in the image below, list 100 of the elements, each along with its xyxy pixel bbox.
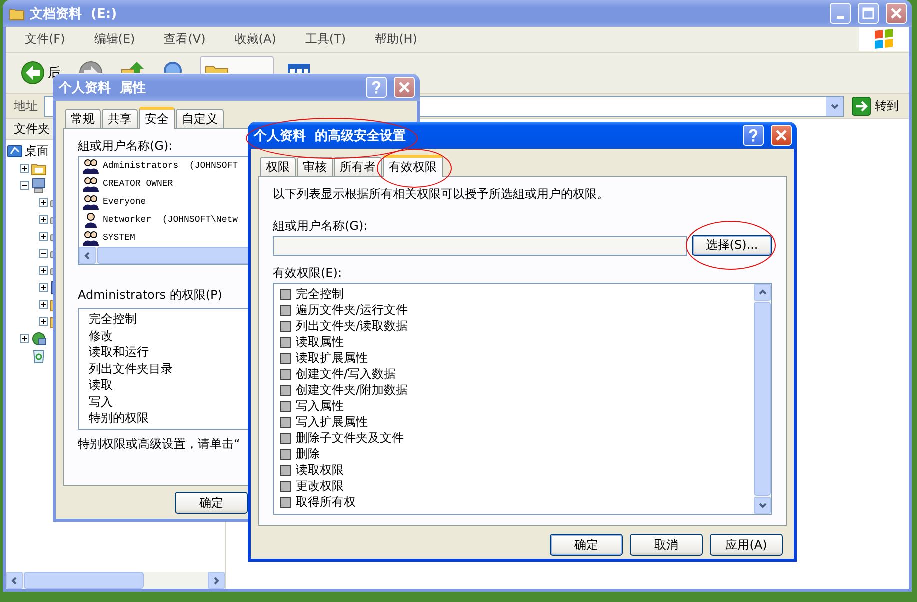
- list-item[interactable]: Networker (JOHNSOFT\Netw: [103, 215, 238, 225]
- chevron-down-icon: [758, 501, 767, 510]
- vertical-scrollbar[interactable]: [754, 284, 771, 514]
- list-item[interactable]: CREATOR OWNER: [103, 179, 174, 189]
- scroll-thumb[interactable]: [754, 302, 771, 496]
- close-button[interactable]: [771, 125, 792, 146]
- menu-item[interactable]: 帮助(H): [368, 31, 424, 48]
- help-button[interactable]: [743, 125, 764, 146]
- dialog-button[interactable]: 确定: [175, 492, 248, 514]
- expand-toggle[interactable]: [39, 198, 48, 207]
- list-item[interactable]: Everyone: [103, 197, 146, 207]
- scroll-down-button[interactable]: [754, 497, 771, 514]
- checkbox-label: 创建文件夹/附加数据: [296, 382, 408, 398]
- name-input-field[interactable]: [273, 236, 687, 256]
- scroll-left-button[interactable]: [79, 247, 96, 264]
- chevron-right-icon: [212, 576, 221, 585]
- menu-item[interactable]: 编辑(E): [87, 31, 142, 48]
- expand-toggle[interactable]: [39, 266, 48, 275]
- expand-toggle[interactable]: [39, 283, 48, 292]
- user-group-icon: [83, 176, 99, 192]
- expand-toggle[interactable]: [39, 317, 48, 326]
- scroll-up-button[interactable]: [754, 284, 771, 301]
- dialog-button[interactable]: 取消: [630, 534, 703, 556]
- checkbox-label: 写入属性: [296, 398, 344, 414]
- tab[interactable]: 所有者: [334, 157, 382, 176]
- checkbox[interactable]: [280, 320, 291, 332]
- tab[interactable]: 审核: [297, 157, 333, 176]
- expand-toggle[interactable]: [39, 215, 48, 224]
- dialog-button[interactable]: 应用(A): [710, 534, 783, 556]
- window-title: 个人资料 属性: [59, 80, 146, 96]
- expand-toggle[interactable]: [20, 334, 29, 343]
- expand-toggle[interactable]: [39, 232, 48, 241]
- checkbox-label: 创建文件/写入数据: [296, 366, 396, 382]
- tab[interactable]: 自定义: [176, 109, 224, 128]
- field-label: Administrators 的权限(P): [78, 288, 222, 302]
- tab[interactable]: 共享: [102, 109, 138, 128]
- list-item[interactable]: SYSTEM: [103, 233, 136, 243]
- checkbox-label: 完全控制: [296, 286, 344, 302]
- checkbox[interactable]: [280, 400, 291, 412]
- list-item: 写入: [89, 394, 113, 410]
- network-icon[interactable]: [31, 330, 47, 346]
- dialog-button[interactable]: 确定: [550, 534, 623, 556]
- scroll-right-button[interactable]: [208, 572, 225, 589]
- checkbox[interactable]: [280, 416, 291, 428]
- close-button[interactable]: [394, 77, 415, 98]
- desktop-icon[interactable]: [7, 144, 23, 160]
- field-label: 組或用户名称(G):: [273, 219, 368, 233]
- list-item: 读取和运行: [89, 344, 149, 360]
- expand-toggle[interactable]: [39, 300, 48, 309]
- checkbox-label: 更改权限: [296, 478, 344, 494]
- expand-toggle[interactable]: [20, 164, 29, 173]
- field-label: 組或用户名称(G):: [78, 139, 173, 153]
- checkbox[interactable]: [280, 368, 291, 380]
- tab[interactable]: 有效权限: [383, 155, 443, 177]
- description-text: 以下列表显示根据所有相关权限可以授予所选組或用户的权限。: [273, 187, 609, 201]
- window-title: 文档资料 (E:): [30, 6, 118, 22]
- scroll-thumb[interactable]: [24, 572, 144, 589]
- checkbox[interactable]: [280, 336, 291, 348]
- menu-item[interactable]: 收藏(A): [228, 31, 284, 48]
- go-button[interactable]: 转到: [850, 96, 905, 116]
- checkbox-label: 遍历文件夹/运行文件: [296, 302, 408, 318]
- close-button[interactable]: [886, 3, 907, 24]
- checkbox[interactable]: [280, 352, 291, 364]
- dropdown-button[interactable]: [825, 96, 843, 116]
- checkbox[interactable]: [280, 496, 291, 508]
- list-item: 特别的权限: [89, 410, 149, 426]
- field-label: 有效权限(E):: [273, 266, 342, 280]
- chevron-down-icon: [830, 102, 839, 110]
- checkbox[interactable]: [280, 464, 291, 476]
- checkbox-label: 读取属性: [296, 334, 344, 350]
- list-item: 读取: [89, 377, 113, 394]
- tab[interactable]: 常规: [65, 109, 101, 128]
- user-group-icon: [83, 194, 99, 210]
- logo-icon: [873, 29, 895, 49]
- horizontal-scrollbar[interactable]: [6, 572, 225, 589]
- select-button[interactable]: 选择(S)...: [692, 235, 772, 256]
- tab[interactable]: 安全: [139, 107, 175, 129]
- menu-item[interactable]: 工具(T): [298, 31, 354, 48]
- recycle-bin-icon[interactable]: [31, 348, 47, 364]
- tab[interactable]: 权限: [260, 157, 296, 176]
- scroll-left-button[interactable]: [6, 572, 23, 589]
- list-item: 完全控制: [89, 311, 137, 328]
- computer-icon[interactable]: [31, 178, 47, 194]
- chevron-left-icon: [83, 251, 92, 260]
- checkbox[interactable]: [280, 384, 291, 396]
- checkbox[interactable]: [280, 288, 291, 300]
- hint-text: 特别权限或高级设置，请单击“: [78, 436, 240, 452]
- tree-item[interactable]: 桌面: [25, 143, 49, 160]
- collapse-toggle[interactable]: [20, 181, 29, 190]
- menu-item[interactable]: 文件(F): [18, 31, 72, 48]
- collapse-toggle[interactable]: [39, 249, 48, 258]
- checkbox-label: 读取扩展属性: [296, 350, 368, 366]
- checkbox[interactable]: [280, 480, 291, 492]
- checkbox-label: 写入扩展属性: [296, 414, 368, 430]
- checkbox[interactable]: [280, 304, 291, 316]
- list-item[interactable]: Administrators (JOHNSOFT: [103, 161, 238, 171]
- checkbox[interactable]: [280, 432, 291, 444]
- checkbox[interactable]: [280, 448, 291, 460]
- menu-item[interactable]: 查看(V): [157, 31, 213, 48]
- checkbox-label: 读取权限: [296, 462, 344, 478]
